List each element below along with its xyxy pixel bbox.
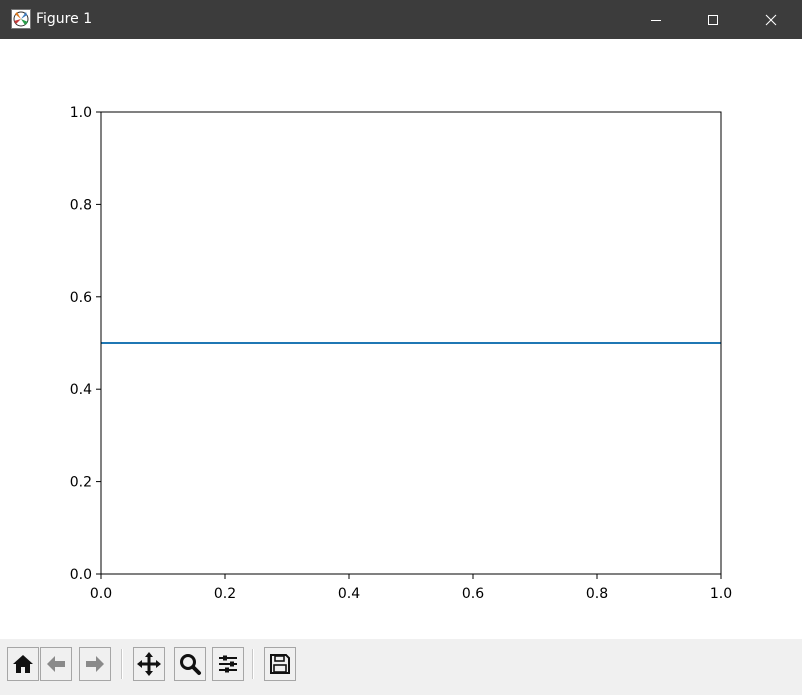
zoom-button[interactable] [174, 647, 206, 681]
back-button[interactable] [40, 647, 72, 681]
maximize-button[interactable] [684, 0, 742, 39]
matplotlib-icon [11, 9, 31, 29]
window-title: Figure 1 [36, 11, 93, 27]
x-tick-label: 0.8 [586, 586, 608, 602]
title-bar[interactable]: Figure 1 [0, 0, 802, 39]
maximize-icon [708, 14, 718, 25]
minimize-button[interactable] [627, 0, 685, 39]
x-axis: 0.0 0.2 0.4 0.6 0.8 1.0 [90, 574, 732, 602]
y-tick-label: 0.0 [70, 567, 92, 583]
close-icon [765, 14, 777, 25]
sliders-icon [219, 655, 237, 673]
toolbar-separator [121, 649, 123, 679]
minimize-icon [651, 19, 661, 21]
figure-canvas[interactable]: 0.0 0.2 0.4 0.6 0.8 1.0 0.0 0.2 0.4 0.6 0.8 1.0 [0, 39, 802, 639]
save-button[interactable] [264, 647, 296, 681]
line-chart[interactable]: 0.0 0.2 0.4 0.6 0.8 1.0 0.0 0.2 0.4 0.6 0.8 1.0 [0, 39, 802, 639]
x-tick-label: 0.0 [90, 586, 112, 602]
figure-window: Figure 1 0.0 0.2 0.4 0.6 0.8 1.0 0.0 0.2 0.4 0.6… [0, 0, 802, 695]
navigation-toolbar [0, 639, 802, 695]
back-arrow-icon [47, 656, 65, 672]
home-icon [13, 655, 33, 673]
home-button[interactable] [7, 647, 39, 681]
y-tick-label: 0.4 [70, 382, 92, 398]
zoom-icon [180, 654, 201, 675]
x-tick-label: 0.4 [338, 586, 360, 602]
y-axis: 0.0 0.2 0.4 0.6 0.8 1.0 [70, 105, 101, 583]
y-tick-label: 0.6 [70, 290, 92, 306]
x-tick-label: 1.0 [710, 586, 732, 602]
forward-button[interactable] [79, 647, 111, 681]
configure-subplots-button[interactable] [212, 647, 244, 681]
y-tick-label: 0.2 [70, 475, 92, 491]
y-tick-label: 1.0 [70, 105, 92, 121]
x-tick-label: 0.2 [214, 586, 236, 602]
move-icon [137, 652, 161, 676]
close-button[interactable] [742, 0, 800, 39]
pan-button[interactable] [133, 647, 165, 681]
y-tick-label: 0.8 [70, 197, 92, 213]
forward-arrow-icon [86, 656, 104, 672]
x-tick-label: 0.6 [462, 586, 484, 602]
floppy-disk-icon [270, 654, 290, 674]
toolbar-separator [252, 649, 254, 679]
